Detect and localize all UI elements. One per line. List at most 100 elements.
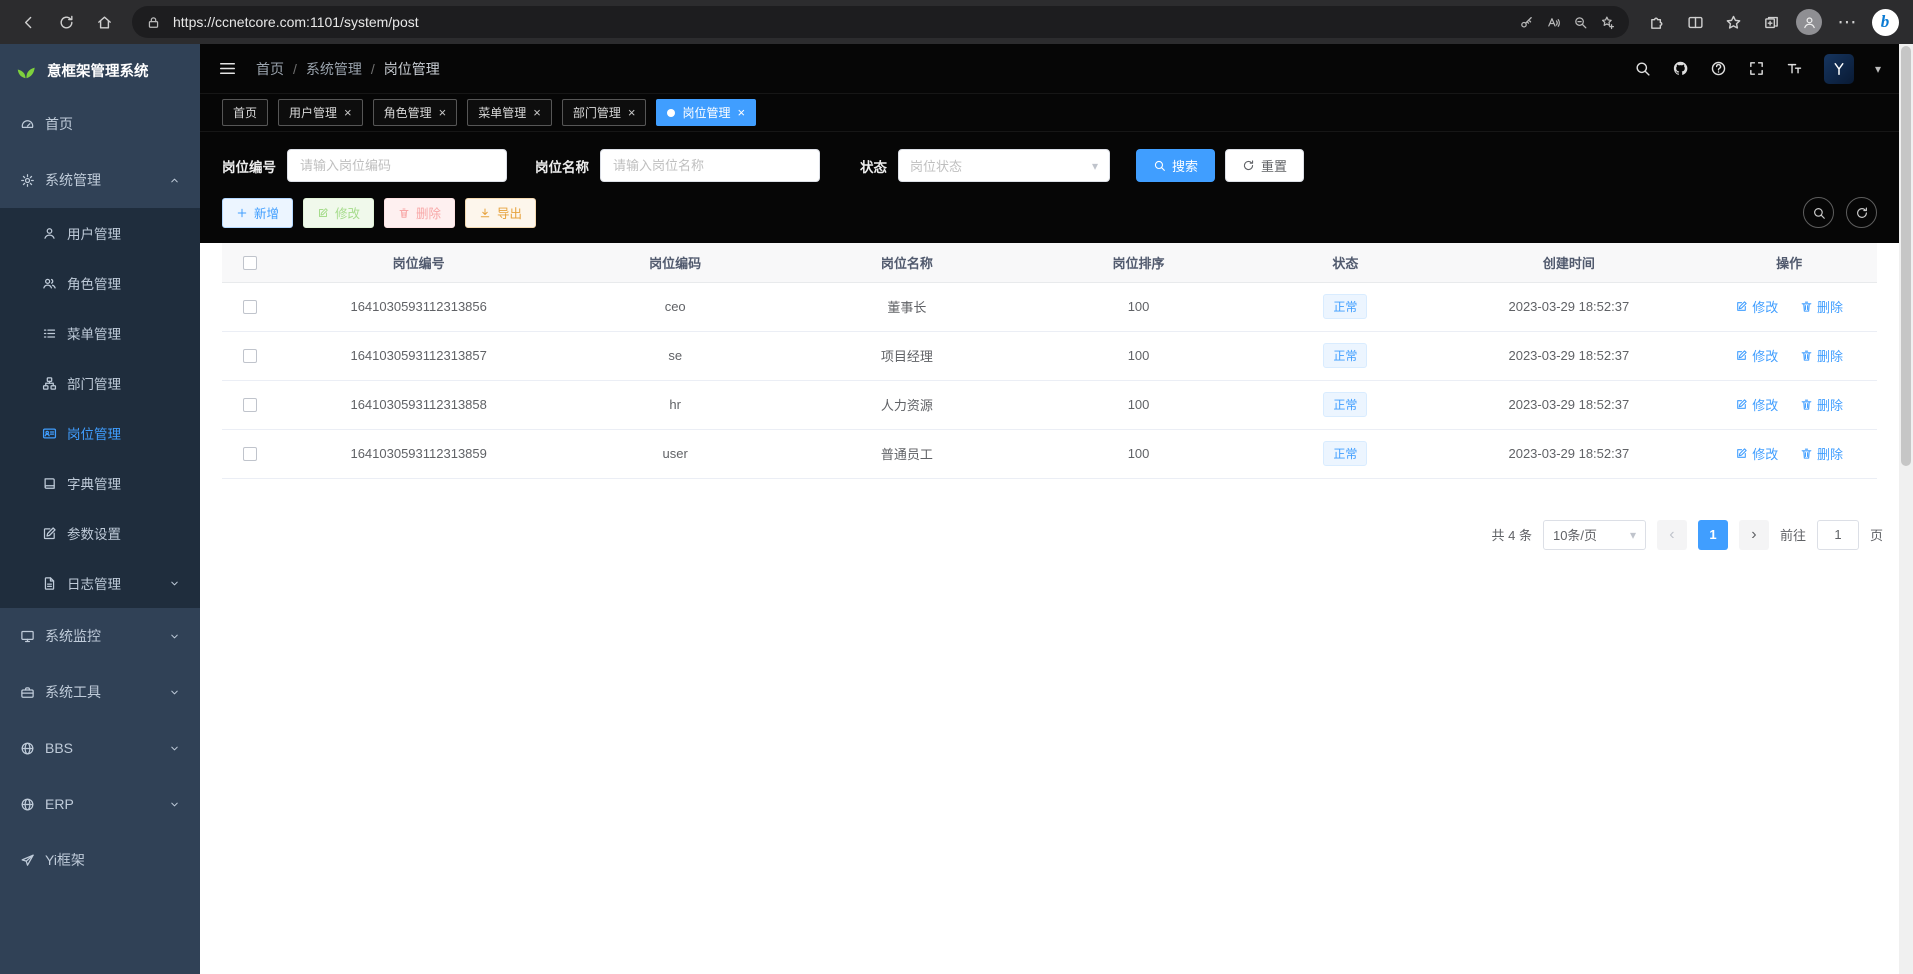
tab-close-icon[interactable]: × — [628, 106, 636, 119]
tab-close-icon[interactable]: × — [533, 106, 541, 119]
reset-button[interactable]: 重置 — [1225, 149, 1304, 182]
tab-home[interactable]: 首页 — [222, 99, 268, 126]
avatar-caret-down-icon[interactable]: ▾ — [1875, 62, 1881, 76]
table-row: 1641030593112313856 ceo 董事长 100 正常 2023-… — [222, 282, 1877, 331]
row-checkbox[interactable] — [243, 447, 257, 461]
row-checkbox[interactable] — [243, 398, 257, 412]
fullscreen-icon[interactable] — [1748, 60, 1765, 77]
app-logo[interactable]: 意框架管理系统 — [0, 44, 200, 96]
settings-menu-button[interactable]: ⋯ — [1829, 4, 1865, 40]
sidebar-group-system-monitor[interactable]: 系统监控 — [0, 608, 200, 664]
page-scrollbar[interactable] — [1899, 44, 1913, 974]
sidebar-group-system-management[interactable]: 系统管理 — [0, 152, 200, 208]
font-size-icon[interactable] — [1786, 60, 1803, 77]
export-button[interactable]: 导出 — [465, 198, 536, 228]
sidebar-group-bbs[interactable]: BBS — [0, 720, 200, 776]
password-key-icon[interactable] — [1519, 15, 1534, 30]
sidebar-item-dept-management[interactable]: 部门管理 — [0, 358, 200, 408]
select-all-checkbox[interactable] — [243, 256, 257, 270]
sidebar-item-home[interactable]: 首页 — [0, 96, 200, 152]
tab-close-icon[interactable]: × — [439, 106, 447, 119]
sidebar-item-yi-framework[interactable]: Yi框架 — [0, 832, 200, 888]
user-avatar[interactable] — [1824, 54, 1854, 84]
split-screen-icon — [1687, 14, 1704, 31]
post-name-input[interactable] — [600, 149, 820, 182]
extensions-button[interactable] — [1639, 4, 1675, 40]
profile-button[interactable] — [1791, 4, 1827, 40]
toolbox-icon — [20, 685, 35, 700]
row-checkbox[interactable] — [243, 300, 257, 314]
column-header-post-name: 岗位名称 — [791, 243, 1023, 282]
next-page-button[interactable]: › — [1739, 520, 1769, 550]
tab-user-management[interactable]: 用户管理 × — [278, 99, 363, 126]
breadcrumb-home[interactable]: 首页 — [256, 59, 284, 79]
hamburger-icon[interactable] — [218, 59, 237, 78]
search-button[interactable]: 搜索 — [1136, 149, 1215, 182]
favorites-button[interactable] — [1715, 4, 1751, 40]
refresh-button[interactable] — [48, 4, 84, 40]
post-code-input[interactable] — [287, 149, 507, 182]
reset-refresh-icon — [1242, 159, 1255, 172]
tab-role-management[interactable]: 角色管理 × — [373, 99, 458, 126]
edit-row-button[interactable]: 修改 — [1735, 395, 1778, 414]
sidebar-item-label: 系统监控 — [45, 626, 159, 646]
url-text[interactable]: https://ccnetcore.com:1101/system/post — [173, 14, 1507, 30]
collections-button[interactable] — [1753, 4, 1789, 40]
header-search-icon[interactable] — [1634, 60, 1651, 77]
tab-dept-management[interactable]: 部门管理 × — [562, 99, 647, 126]
collections-icon — [1763, 14, 1780, 31]
scrollbar-thumb[interactable] — [1901, 46, 1911, 466]
zoom-out-icon[interactable] — [1573, 15, 1588, 30]
sidebar-item-dict-management[interactable]: 字典管理 — [0, 458, 200, 508]
favorite-star-add-icon[interactable] — [1600, 15, 1615, 30]
prev-page-button[interactable]: ‹ — [1657, 520, 1687, 550]
address-bar[interactable]: https://ccnetcore.com:1101/system/post — [132, 6, 1629, 38]
github-icon[interactable] — [1672, 60, 1689, 77]
home-button[interactable] — [86, 4, 122, 40]
read-aloud-icon[interactable] — [1546, 15, 1561, 30]
edit-row-button[interactable]: 修改 — [1735, 297, 1778, 316]
edit-row-label: 修改 — [1752, 346, 1778, 365]
trash-icon — [1800, 447, 1813, 460]
sidebar-item-label: 首页 — [45, 114, 180, 134]
site-permissions-lock-icon[interactable] — [146, 15, 161, 30]
delete-button-disabled[interactable]: 删除 — [384, 198, 455, 228]
status-select[interactable]: 岗位状态 ▾ — [898, 149, 1110, 182]
toggle-search-button[interactable] — [1803, 197, 1834, 228]
tab-post-management[interactable]: 岗位管理 × — [656, 99, 756, 126]
help-question-icon[interactable] — [1710, 60, 1727, 77]
page-number-button[interactable]: 1 — [1698, 520, 1728, 550]
navbar: 首页 / 系统管理 / 岗位管理 ▾ — [200, 44, 1899, 94]
select-caret-down-icon: ▾ — [1630, 528, 1636, 542]
row-checkbox[interactable] — [243, 349, 257, 363]
tab-close-icon[interactable]: × — [737, 106, 745, 119]
sidebar-group-erp[interactable]: ERP — [0, 776, 200, 832]
sidebar-item-user-management[interactable]: 用户管理 — [0, 208, 200, 258]
sidebar-group-system-tools[interactable]: 系统工具 — [0, 664, 200, 720]
goto-page-input[interactable] — [1817, 520, 1859, 550]
split-screen-button[interactable] — [1677, 4, 1713, 40]
sidebar-group-log-management[interactable]: 日志管理 — [0, 558, 200, 608]
edit-row-button[interactable]: 修改 — [1735, 346, 1778, 365]
trash-icon — [398, 207, 410, 219]
delete-row-button[interactable]: 删除 — [1800, 444, 1843, 463]
add-button[interactable]: 新增 — [222, 198, 293, 228]
refresh-table-button[interactable] — [1846, 197, 1877, 228]
page-size-select[interactable]: 10条/页 ▾ — [1543, 520, 1646, 550]
tab-close-icon[interactable]: × — [344, 106, 352, 119]
edit-row-button[interactable]: 修改 — [1735, 444, 1778, 463]
edit-button-disabled[interactable]: 修改 — [303, 198, 374, 228]
tab-menu-management[interactable]: 菜单管理 × — [467, 99, 552, 126]
delete-row-button[interactable]: 删除 — [1800, 395, 1843, 414]
sidebar-item-menu-management[interactable]: 菜单管理 — [0, 308, 200, 358]
post-name-cell: 人力资源 — [791, 380, 1023, 429]
sidebar-item-role-management[interactable]: 角色管理 — [0, 258, 200, 308]
breadcrumb-system[interactable]: 系统管理 — [306, 59, 362, 79]
copilot-bing-button[interactable]: b — [1867, 4, 1903, 40]
sidebar-item-param-settings[interactable]: 参数设置 — [0, 508, 200, 558]
back-button[interactable] — [10, 4, 46, 40]
delete-row-button[interactable]: 删除 — [1800, 346, 1843, 365]
sidebar-item-label: 菜单管理 — [67, 323, 180, 343]
delete-row-button[interactable]: 删除 — [1800, 297, 1843, 316]
sidebar-item-post-management[interactable]: 岗位管理 — [0, 408, 200, 458]
